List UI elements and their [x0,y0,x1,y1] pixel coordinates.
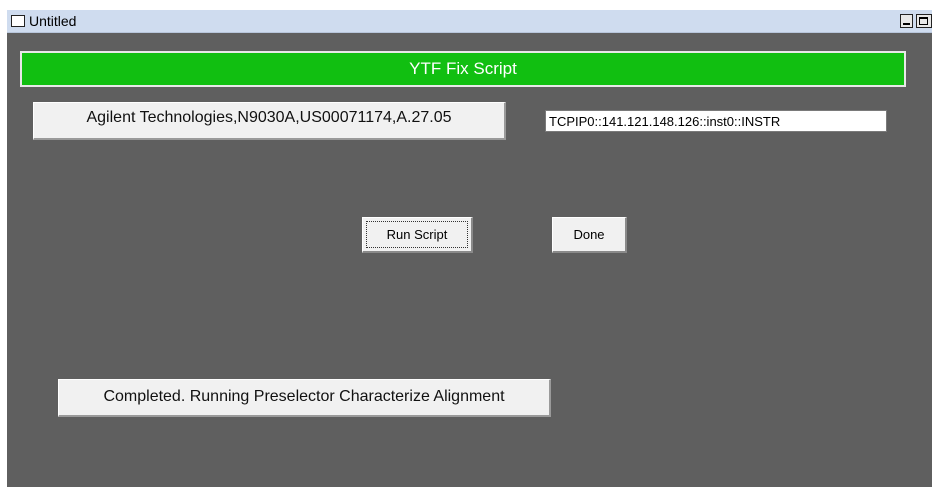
window-icon [11,15,25,27]
maximize-icon[interactable] [916,14,932,28]
run-script-button[interactable]: Run Script [362,217,473,253]
status-message: Completed. Running Preselector Character… [58,379,551,417]
script-title-banner: YTF Fix Script [20,51,906,87]
run-script-label: Run Script [366,221,468,248]
window-title: Untitled [29,13,77,29]
instrument-address-input[interactable] [545,110,887,132]
app-window: Untitled YTF Fix Script Agilent Technolo… [7,10,932,487]
instrument-id-display: Agilent Technologies,N9030A,US00071174,A… [33,102,506,140]
title-bar[interactable]: Untitled [7,10,932,33]
minimize-icon[interactable] [900,14,913,28]
done-button[interactable]: Done [552,217,627,253]
